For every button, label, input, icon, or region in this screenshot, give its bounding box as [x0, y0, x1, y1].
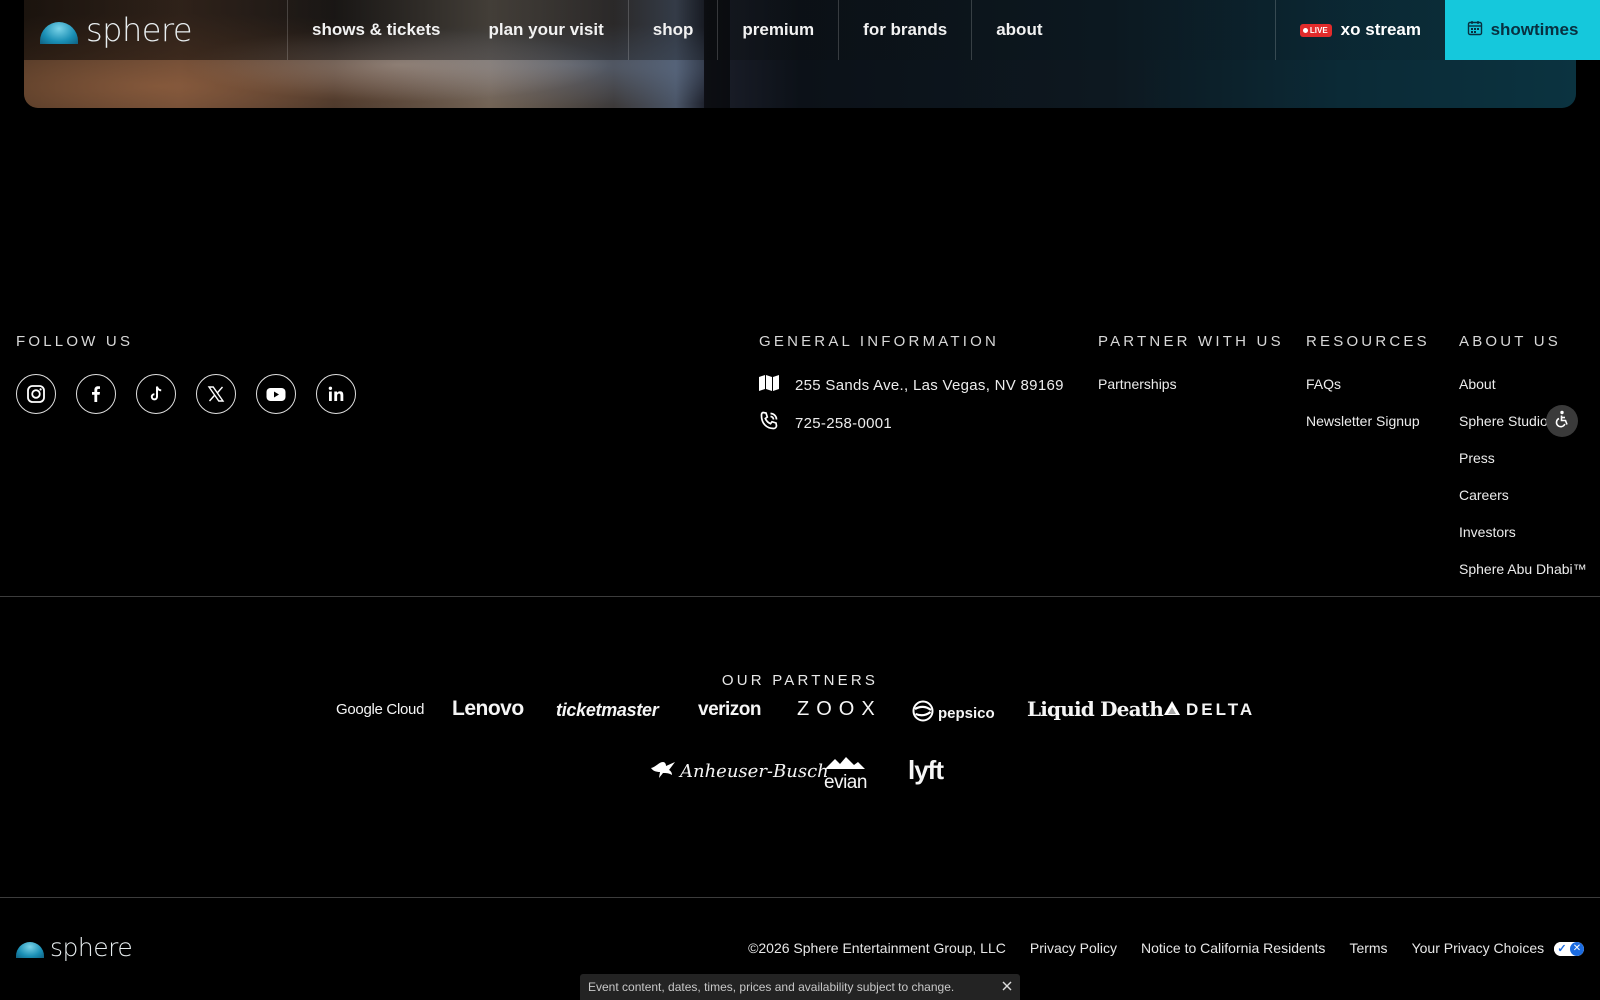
calendar-icon	[1467, 20, 1483, 41]
partner-with-us-title: PARTNER WITH US	[1098, 333, 1284, 350]
social-links	[16, 374, 356, 414]
notice-text: Event content, dates, times, prices and …	[588, 980, 955, 994]
top-navigation: sphere shows & tickets plan your visit s…	[0, 0, 1600, 60]
link-partnerships[interactable]: Partnerships	[1098, 376, 1177, 392]
nav-right: LIVE xo stream showtimes	[1274, 0, 1600, 60]
link-faqs[interactable]: FAQs	[1306, 376, 1341, 392]
legal-links: ©2026 Sphere Entertainment Group, LLC Pr…	[748, 940, 1584, 957]
xo-stream-label: xo stream	[1340, 20, 1421, 39]
delta-widget-icon	[1164, 700, 1180, 720]
privacy-choices-label: Your Privacy Choices	[1411, 940, 1545, 956]
partner-logo-delta[interactable]: DELTA	[1164, 700, 1255, 720]
partner-logo-liquid-death[interactable]: Liquid Death	[1027, 697, 1164, 721]
live-badge: LIVE	[1299, 23, 1332, 37]
privacy-choices-toggle-icon: ✓ ✕	[1554, 942, 1584, 957]
copyright-text: ©2026 Sphere Entertainment Group, LLC	[748, 940, 1006, 957]
pepsico-wordmark: pepsico	[938, 705, 995, 722]
link-about[interactable]: About	[1459, 376, 1496, 392]
nav-item-shows-tickets[interactable]: shows & tickets	[287, 0, 465, 60]
link-privacy-policy[interactable]: Privacy Policy	[1030, 940, 1117, 956]
accessibility-icon	[1553, 410, 1571, 433]
resources-title: RESOURCES	[1306, 333, 1430, 350]
notice-banner: Event content, dates, times, prices and …	[580, 974, 1020, 1000]
partner-logo-anheuser-busch[interactable]: Anheuser-Busch	[650, 760, 829, 783]
linkedin-icon[interactable]	[316, 374, 356, 414]
partner-logo-evian[interactable]: evian	[824, 756, 867, 792]
sphere-dome-icon	[16, 941, 44, 958]
partner-logo-ticketmaster[interactable]: ticketmaster	[556, 700, 659, 721]
nav-menu: shows & tickets plan your visit shop pre…	[287, 0, 1067, 60]
link-careers[interactable]: Careers	[1459, 487, 1509, 503]
partner-logo-google-cloud[interactable]: Google Cloud	[336, 701, 424, 718]
map-icon	[759, 374, 779, 396]
tiktok-icon[interactable]	[136, 374, 176, 414]
delta-wordmark: DELTA	[1186, 700, 1256, 719]
link-newsletter-signup[interactable]: Newsletter Signup	[1306, 413, 1420, 429]
about-us-title: ABOUT US	[1459, 333, 1562, 350]
link-investors[interactable]: Investors	[1459, 524, 1516, 540]
general-information-title: GENERAL INFORMATION	[759, 333, 999, 350]
nav-item-about[interactable]: about	[971, 0, 1066, 60]
page: sphere shows & tickets plan your visit s…	[0, 0, 1600, 1000]
partner-logo-pepsico[interactable]: pepsico	[912, 700, 995, 727]
phone-icon	[759, 411, 779, 435]
close-icon[interactable]	[1002, 980, 1012, 994]
accessibility-button[interactable]	[1546, 405, 1578, 437]
youtube-icon[interactable]	[256, 374, 296, 414]
nav-item-plan-your-visit[interactable]: plan your visit	[465, 0, 628, 60]
link-sphere-abu-dhabi[interactable]: Sphere Abu Dhabi™	[1459, 561, 1587, 577]
nav-item-shop[interactable]: shop	[627, 0, 718, 60]
live-label: LIVE	[1309, 25, 1328, 35]
link-sphere-studios[interactable]: Sphere Studios	[1459, 413, 1555, 429]
sphere-logo[interactable]: sphere	[40, 11, 193, 49]
partner-logo-lyft[interactable]: lyft	[908, 755, 944, 786]
our-partners-title: OUR PARTNERS	[721, 672, 879, 689]
evian-wordmark: evian	[824, 772, 867, 793]
follow-us-title: FOLLOW US	[16, 333, 134, 350]
xo-stream-link[interactable]: LIVE xo stream	[1274, 0, 1445, 60]
link-press[interactable]: Press	[1459, 450, 1495, 466]
facebook-icon[interactable]	[76, 374, 116, 414]
sphere-dome-icon	[40, 22, 78, 44]
footer-sphere-logo[interactable]: sphere	[16, 933, 133, 962]
x-icon[interactable]	[196, 374, 236, 414]
phone-row[interactable]: 725-258-0001	[759, 411, 892, 435]
showtimes-label: showtimes	[1490, 20, 1579, 39]
pepsico-globe-icon	[912, 700, 934, 727]
address-row[interactable]: 255 Sands Ave., Las Vegas, NV 89169	[759, 374, 1064, 396]
footer-logo-text: sphere	[50, 933, 133, 962]
showtimes-button[interactable]: showtimes	[1445, 0, 1600, 60]
instagram-icon[interactable]	[16, 374, 56, 414]
partner-logo-zoox[interactable]: ZOOX	[797, 698, 882, 721]
partner-logo-lenovo[interactable]: Lenovo	[452, 697, 524, 721]
anheuser-busch-wordmark: Anheuser-Busch	[680, 761, 829, 782]
nav-item-for-brands[interactable]: for brands	[838, 0, 971, 60]
logo-text: sphere	[86, 11, 193, 49]
address-text: 255 Sands Ave., Las Vegas, NV 89169	[795, 376, 1064, 394]
eagle-icon	[650, 760, 676, 783]
divider	[0, 596, 1600, 597]
link-privacy-choices[interactable]: Your Privacy Choices ✓ ✕	[1411, 940, 1584, 957]
link-terms[interactable]: Terms	[1349, 940, 1387, 956]
link-california-notice[interactable]: Notice to California Residents	[1141, 940, 1325, 956]
partner-logo-verizon[interactable]: verizon	[698, 699, 762, 721]
divider	[0, 897, 1600, 898]
nav-item-premium[interactable]: premium	[717, 0, 838, 60]
live-dot-icon	[1302, 27, 1308, 33]
phone-text: 725-258-0001	[795, 414, 893, 432]
